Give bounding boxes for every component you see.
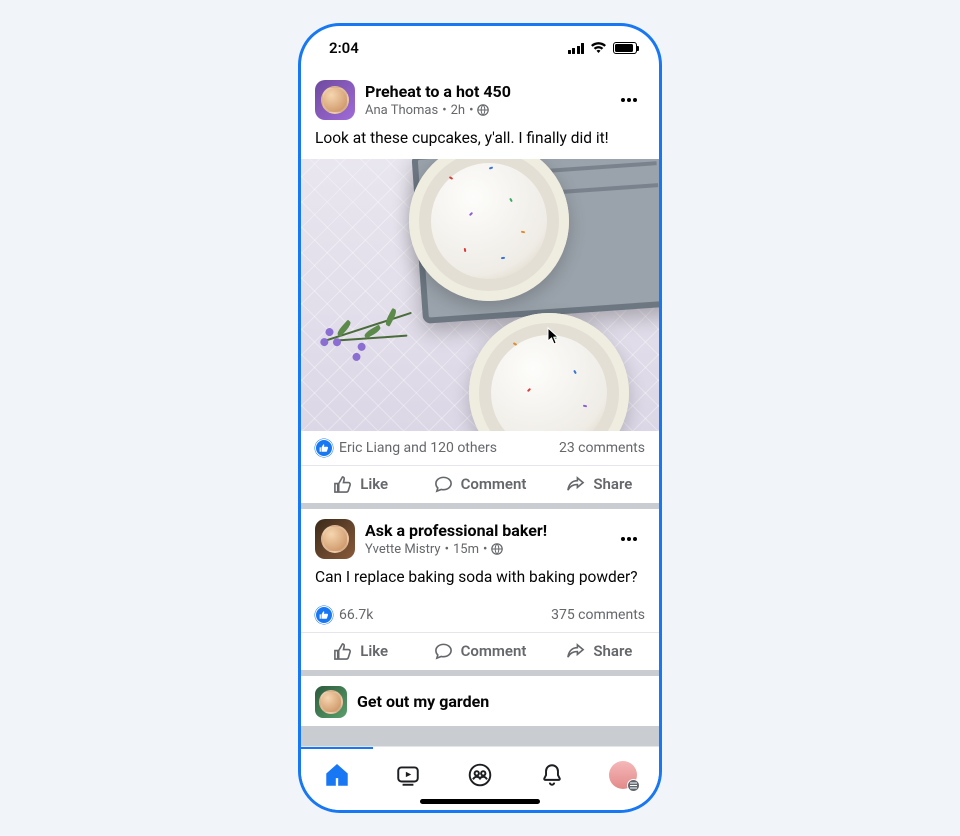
- post-photo[interactable]: [301, 159, 659, 431]
- author-name[interactable]: Yvette Mistry: [365, 542, 441, 557]
- nav-home[interactable]: [301, 753, 373, 797]
- bottom-nav: [301, 746, 659, 810]
- nav-watch[interactable]: [373, 753, 445, 797]
- mouse-cursor-icon: [547, 327, 561, 345]
- post-age: 2h: [451, 103, 465, 118]
- like-button[interactable]: Like: [301, 466, 420, 503]
- post-menu-button[interactable]: [613, 84, 645, 116]
- comment-button[interactable]: Comment: [420, 633, 539, 670]
- reaction-summary[interactable]: Eric Liang and 120 others: [315, 439, 497, 457]
- like-button[interactable]: Like: [301, 633, 420, 670]
- group-name[interactable]: Get out my garden: [357, 692, 645, 711]
- like-reaction-icon: [315, 439, 333, 457]
- watch-icon: [395, 762, 421, 788]
- status-indicators: [568, 42, 638, 54]
- reaction-text: Eric Liang and 120 others: [339, 440, 497, 456]
- audience-public-icon: [477, 104, 489, 116]
- author-name[interactable]: Ana Thomas: [365, 103, 438, 118]
- post-body: Can I replace baking soda with baking po…: [301, 563, 659, 598]
- group-avatar[interactable]: [315, 80, 355, 120]
- group-name[interactable]: Ask a professional baker!: [365, 521, 603, 540]
- feed-post[interactable]: Ask a professional baker! Yvette Mistry …: [301, 509, 659, 676]
- comment-count[interactable]: 23 comments: [559, 440, 645, 456]
- nav-menu[interactable]: [587, 753, 659, 797]
- reaction-text: 66.7k: [339, 607, 373, 623]
- phone-frame: 2:04 Preheat to a hot 450 Ana Thomas • 2…: [298, 23, 662, 813]
- group-name[interactable]: Preheat to a hot 450: [365, 82, 603, 101]
- group-avatar[interactable]: [315, 686, 347, 718]
- groups-icon: [467, 762, 493, 788]
- feed-post[interactable]: Preheat to a hot 450 Ana Thomas • 2h •: [301, 70, 659, 509]
- group-avatar[interactable]: [315, 519, 355, 559]
- reaction-summary[interactable]: 66.7k: [315, 606, 373, 624]
- post-menu-button[interactable]: [613, 523, 645, 555]
- like-reaction-icon: [315, 606, 333, 624]
- home-icon: [324, 762, 350, 788]
- nav-notifications[interactable]: [516, 753, 588, 797]
- status-time: 2:04: [329, 39, 359, 57]
- feed[interactable]: Preheat to a hot 450 Ana Thomas • 2h •: [301, 70, 659, 746]
- post-meta: Ana Thomas • 2h •: [365, 103, 603, 118]
- wifi-icon: [590, 42, 607, 54]
- bell-icon: [539, 762, 565, 788]
- profile-avatar-icon: [609, 761, 637, 789]
- share-button[interactable]: Share: [540, 466, 659, 503]
- post-body: Look at these cupcakes, y'all. I finally…: [301, 124, 659, 159]
- post-meta: Yvette Mistry • 15m •: [365, 542, 603, 557]
- battery-icon: [613, 42, 637, 54]
- share-button[interactable]: Share: [540, 633, 659, 670]
- cellular-icon: [568, 43, 585, 54]
- comment-button[interactable]: Comment: [420, 466, 539, 503]
- audience-public-icon: [491, 543, 503, 555]
- feed-post[interactable]: Get out my garden: [301, 676, 659, 726]
- menu-badge-icon: [627, 779, 640, 792]
- nav-groups[interactable]: [444, 753, 516, 797]
- active-tab-indicator: [301, 747, 373, 749]
- home-indicator: [420, 799, 540, 804]
- comment-count[interactable]: 375 comments: [551, 607, 645, 623]
- status-bar: 2:04: [301, 26, 659, 70]
- post-age: 15m: [453, 542, 479, 557]
